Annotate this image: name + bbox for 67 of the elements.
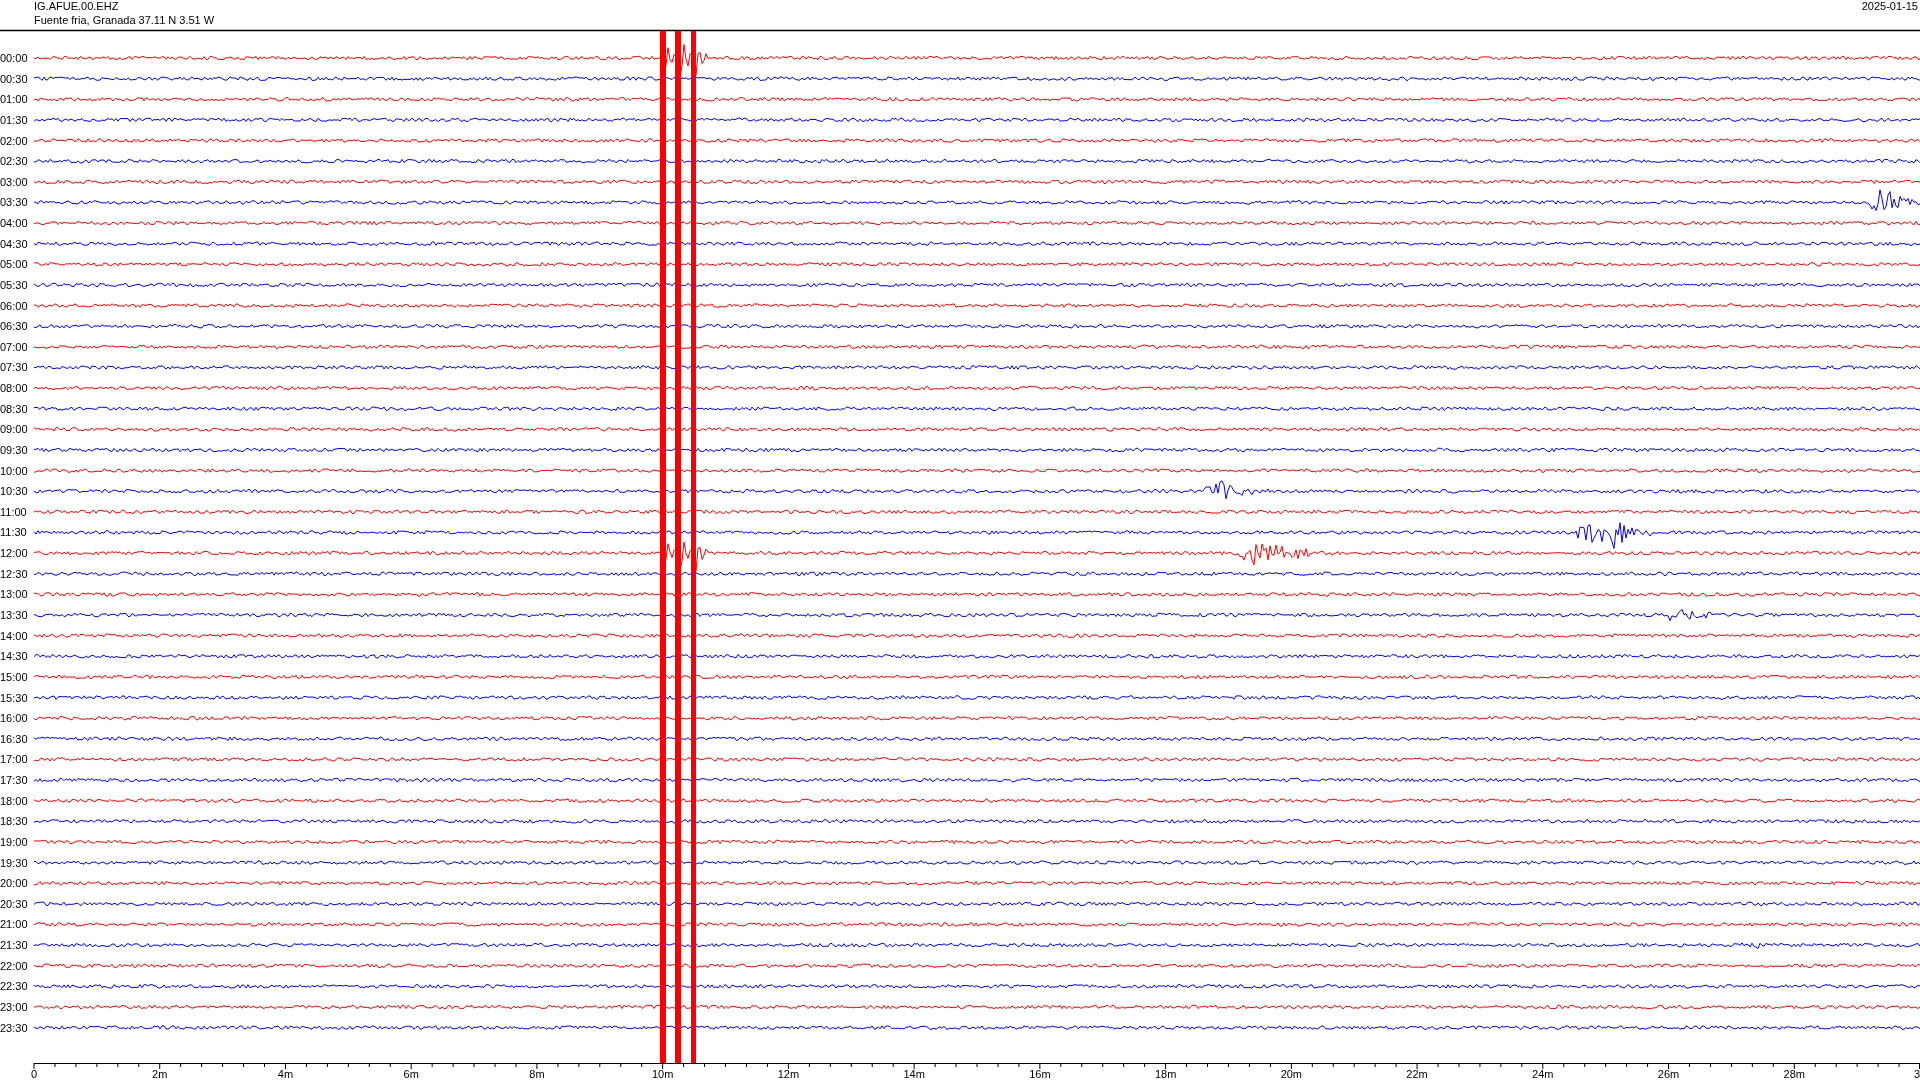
axis-label: 0 (30, 1068, 38, 1080)
time-label: 15:00 (0, 670, 28, 683)
time-label: 21:30 (0, 939, 28, 952)
time-label: 14:00 (0, 629, 28, 642)
time-label: 17:00 (0, 753, 28, 766)
time-label: 06:00 (0, 299, 28, 312)
axis-label: 12m (777, 1068, 800, 1080)
time-label: 14:30 (0, 650, 28, 663)
axis-label: 26m (1657, 1068, 1680, 1080)
time-label: 16:00 (0, 712, 28, 725)
time-label: 17:30 (0, 774, 28, 787)
time-label: 02:30 (0, 155, 28, 168)
axis-label: 8m (529, 1068, 545, 1080)
time-label: 09:00 (0, 423, 28, 436)
axis-label: 10m (651, 1068, 674, 1080)
plot-date: 2025-01-15 (1861, 0, 1918, 12)
time-label: 01:30 (0, 113, 28, 126)
axis-label: 4m (277, 1068, 294, 1080)
axis-label: 28m (1783, 1068, 1805, 1080)
time-label: 21:00 (0, 918, 28, 931)
time-label: 12:00 (0, 547, 28, 560)
axis-label: 22m (1406, 1068, 1428, 1080)
station-code: IG.AFUE.00.EHZ (34, 0, 119, 12)
time-label: 04:30 (0, 237, 28, 250)
time-label: 11:30 (0, 526, 27, 539)
time-label: 03:30 (0, 196, 28, 209)
time-label: 08:30 (0, 402, 28, 415)
time-label: 07:00 (0, 340, 28, 353)
time-label: 10:00 (0, 464, 28, 477)
time-label: 13:00 (0, 588, 28, 601)
time-label: 08:00 (0, 382, 28, 395)
time-label: 11:00 (0, 505, 27, 518)
time-label: 02:00 (0, 134, 28, 147)
time-label: 19:30 (0, 856, 28, 869)
time-label: 00:30 (0, 72, 28, 85)
axis-label: 18m (1154, 1068, 1177, 1080)
time-label: 18:30 (0, 815, 28, 828)
time-label: 18:00 (0, 794, 28, 807)
time-label: 22:30 (0, 980, 28, 993)
time-label: 12:30 (0, 567, 28, 580)
time-label: 20:00 (0, 877, 28, 890)
time-label: 13:30 (0, 609, 28, 621)
time-label: 05:00 (0, 258, 28, 271)
time-label: 06:30 (0, 320, 28, 333)
time-label: 09:30 (0, 443, 28, 456)
time-label: 19:00 (0, 835, 28, 848)
axis-label: 2m (152, 1068, 168, 1080)
axis-label: 20m (1280, 1068, 1303, 1080)
time-label: 23:30 (0, 1021, 28, 1034)
time-label: 07:30 (0, 361, 28, 374)
time-label: 22:00 (0, 959, 28, 972)
time-label: 04:00 (0, 217, 28, 230)
axis-label: 14m (903, 1068, 925, 1080)
axis-label: 16m (1029, 1068, 1051, 1080)
time-label: 23:00 (0, 1001, 28, 1013)
time-label: 15:30 (0, 691, 28, 704)
time-label: 10:30 (0, 485, 28, 498)
time-label: 16:30 (0, 732, 28, 745)
axis-label: 24m (1532, 1068, 1554, 1080)
time-label: 01:00 (0, 93, 28, 106)
station-location: Fuente fria, Granada 37.11 N 3.51 W (34, 14, 215, 26)
time-label: 03:00 (0, 175, 28, 188)
time-label: 05:30 (0, 278, 28, 291)
time-label: 00:00 (0, 52, 28, 64)
axis-label: 6m (403, 1068, 419, 1080)
axis-label: 3 (1913, 1068, 1920, 1080)
time-label: 20:30 (0, 897, 28, 910)
